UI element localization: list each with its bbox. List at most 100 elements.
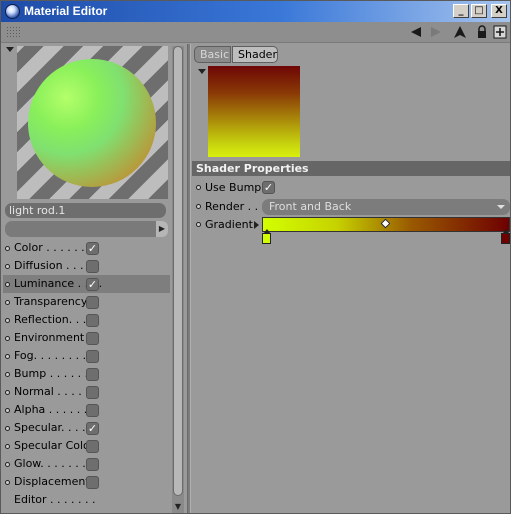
channel-checkbox[interactable] [86, 296, 99, 309]
render-value: Front and Back [269, 200, 352, 213]
app-logo-icon [5, 4, 20, 19]
pane-divider[interactable] [187, 44, 191, 513]
use-bump-row: Use Bump [196, 180, 261, 196]
use-bump-checkbox[interactable]: ✓ [262, 181, 275, 194]
channel-checkbox[interactable] [86, 476, 99, 489]
channel-item[interactable]: Specular Color [3, 437, 170, 455]
channel-item[interactable]: Environment [3, 329, 170, 347]
gradient-row: Gradient [196, 217, 253, 233]
animation-dot-icon[interactable] [5, 480, 10, 485]
gradient-end-stop[interactable] [501, 229, 510, 244]
channel-checkbox[interactable]: ✓ [86, 422, 99, 435]
animation-dot-icon[interactable] [5, 426, 10, 431]
animation-dot-icon[interactable] [5, 390, 10, 395]
scroll-down-icon[interactable]: ▼ [172, 501, 184, 513]
channel-label: Color . . . . . . . [14, 241, 92, 254]
channel-list: Color . . . . . . . ✓ Diffusion . . . . .L… [3, 239, 170, 509]
preview-sphere [28, 59, 156, 187]
scroll-right-icon[interactable]: ▶ [156, 221, 168, 237]
render-row: Render . . . [196, 199, 265, 215]
gradient-expand-arrow-icon[interactable] [254, 221, 259, 229]
channel-item[interactable]: Normal . . . . . . [3, 383, 170, 401]
shader-preview-menu-arrow-icon[interactable] [198, 69, 206, 74]
animation-dot-icon[interactable] [5, 408, 10, 413]
channel-item[interactable]: Specular. . . . . ✓ [3, 419, 170, 437]
animation-dot-icon[interactable] [5, 354, 10, 359]
animation-dot-icon[interactable] [5, 336, 10, 341]
channel-checkbox[interactable] [86, 368, 99, 381]
channel-item[interactable]: Reflection. . . . . [3, 311, 170, 329]
channel-item[interactable]: Glow. . . . . . . . [3, 455, 170, 473]
channel-checkbox[interactable] [86, 458, 99, 471]
channel-checkbox[interactable] [86, 260, 99, 273]
material-editor-window: Material Editor _ □ X light rod.1 ▶ Colo… [0, 0, 511, 514]
channel-label: Bump . . . . . . . [14, 367, 96, 380]
render-label: Render . . . [205, 200, 266, 213]
channel-item[interactable]: Fog. . . . . . . . . [3, 347, 170, 365]
gradient-start-stop[interactable] [262, 229, 271, 244]
animation-dot-icon[interactable] [196, 185, 201, 190]
scrollbar-thumb[interactable] [173, 46, 183, 496]
channel-item[interactable]: Displacement [3, 473, 170, 491]
channel-checkbox[interactable] [86, 404, 99, 417]
channel-item[interactable]: Transparency [3, 293, 170, 311]
lock-icon[interactable] [475, 25, 489, 39]
channel-checkbox[interactable] [86, 350, 99, 363]
channel-label: Specular. . . . . [14, 421, 93, 434]
use-bump-label: Use Bump [205, 181, 262, 194]
render-dropdown[interactable]: Front and Back [262, 199, 510, 215]
back-arrow-icon[interactable] [409, 25, 423, 39]
up-arrow-icon[interactable] [453, 25, 467, 39]
channel-label: Fog. . . . . . . . . [14, 349, 94, 362]
channel-item[interactable]: Alpha . . . . . . . [3, 401, 170, 419]
animation-dot-icon[interactable] [5, 300, 10, 305]
title-bar[interactable]: Material Editor _ □ X [1, 1, 510, 22]
gradient-label: Gradient [205, 218, 253, 231]
channel-checkbox[interactable]: ✓ [86, 278, 99, 291]
toolbar [1, 22, 510, 43]
channel-label: Specular Color [14, 439, 95, 452]
channel-checkbox[interactable] [86, 386, 99, 399]
animation-dot-icon[interactable] [5, 246, 10, 251]
grip-icon[interactable] [6, 26, 20, 38]
tab-shader[interactable]: Shader [232, 46, 278, 63]
animation-dot-icon[interactable] [5, 318, 10, 323]
preview-menu-arrow-icon[interactable] [6, 47, 14, 52]
horizontal-scrollbar[interactable]: ▶ [5, 221, 168, 237]
channel-label: Alpha . . . . . . . [14, 403, 95, 416]
animation-dot-icon[interactable] [196, 222, 201, 227]
close-button[interactable]: X [491, 4, 507, 18]
animation-dot-icon[interactable] [5, 462, 10, 467]
channel-label: Displacement [14, 475, 90, 488]
animation-dot-icon[interactable] [5, 282, 10, 287]
channel-checkbox[interactable]: ✓ [86, 242, 99, 255]
vertical-scrollbar[interactable]: ▼ [172, 46, 184, 513]
tab-basic[interactable]: Basic [194, 46, 231, 63]
maximize-button[interactable]: □ [471, 4, 487, 18]
channel-label: Environment [14, 331, 85, 344]
material-list-pane: light rod.1 ▶ Color . . . . . . . ✓ Diffus… [3, 44, 186, 513]
channel-checkbox[interactable] [86, 332, 99, 345]
channel-label: Transparency [14, 295, 88, 308]
channel-item[interactable]: Bump . . . . . . . [3, 365, 170, 383]
channel-label: Glow. . . . . . . . [14, 457, 93, 470]
channel-checkbox[interactable] [86, 440, 99, 453]
animation-dot-icon[interactable] [196, 204, 201, 209]
forward-arrow-icon[interactable] [429, 25, 443, 39]
channel-item[interactable]: Diffusion . . . . . [3, 257, 170, 275]
channel-label: Diffusion . . . . . [14, 259, 98, 272]
material-preview[interactable] [17, 46, 168, 199]
channel-item[interactable]: Editor . . . . . . . [3, 491, 170, 509]
channel-item[interactable]: Luminance . . . . ✓ [3, 275, 170, 293]
channel-checkbox[interactable] [86, 314, 99, 327]
new-window-icon[interactable] [493, 25, 507, 39]
shader-preview [208, 66, 300, 157]
material-name-field[interactable]: light rod.1 [5, 203, 166, 218]
channel-item[interactable]: Color . . . . . . . ✓ [3, 239, 170, 257]
animation-dot-icon[interactable] [5, 264, 10, 269]
animation-dot-icon[interactable] [5, 444, 10, 449]
animation-dot-icon[interactable] [5, 372, 10, 377]
minimize-button[interactable]: _ [453, 4, 469, 18]
chevron-down-icon [497, 205, 505, 209]
channel-label: Editor . . . . . . . [14, 493, 96, 506]
